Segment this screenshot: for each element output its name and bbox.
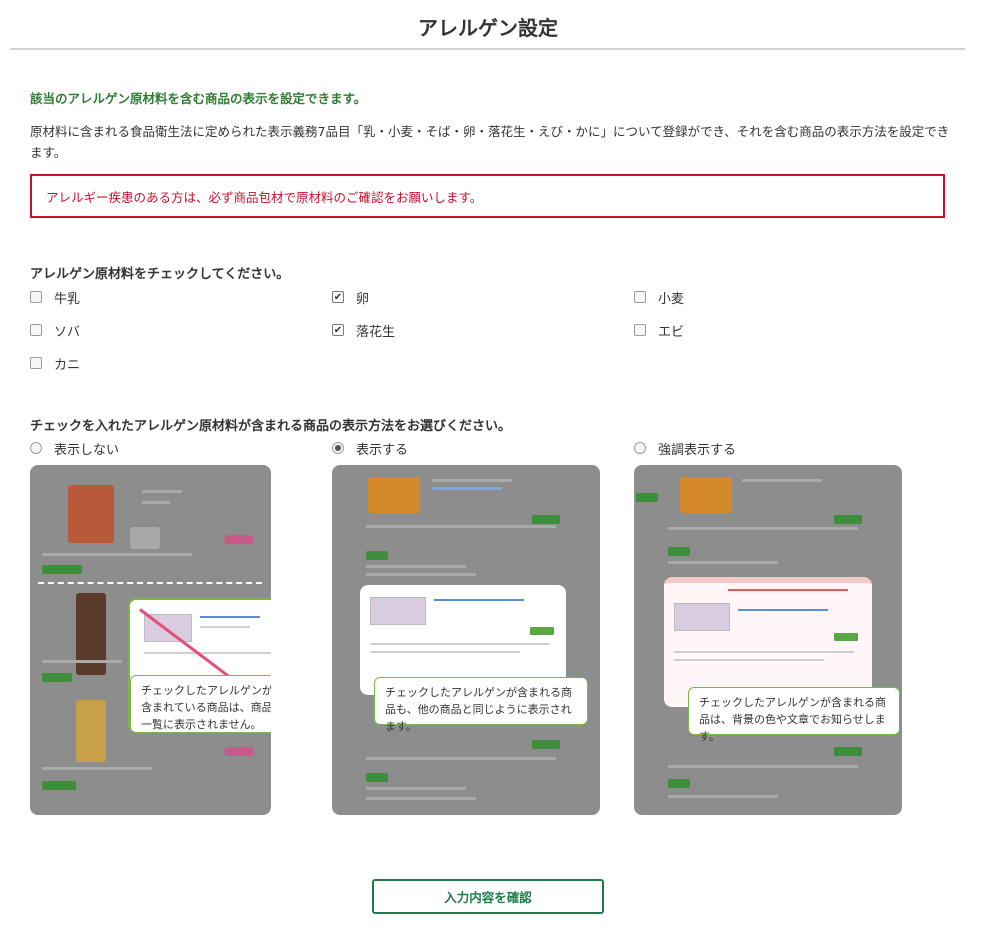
preview-text-line [366,565,466,568]
preview-add-button [532,740,560,749]
preview-icon-row [366,551,388,560]
preview-dashed-separator [38,582,262,584]
display-radio-hide[interactable]: 表示しない [30,438,119,458]
mini-link [738,609,828,611]
preview-icon-row [42,781,76,790]
preview-icon-row [668,547,690,556]
mini-line [370,651,520,653]
preview-icon-row [668,779,690,788]
preview-text-line [366,797,476,800]
preview-text-line [142,501,170,504]
display-heading: チェックを入れたアレルゲン原材料が含まれる商品の表示方法をお選びください。 [30,419,512,434]
checkbox-buckwheat-box[interactable] [30,324,42,336]
mini-line [200,626,250,628]
allergen-checkbox-shrimp[interactable]: エビ [634,320,684,340]
caption-hide: チェックしたアレルゲンが含まれている商品は、商品一覧に表示されません。 [130,675,271,733]
checkbox-milk-box[interactable] [30,291,42,303]
allergen-checkbox-egg[interactable]: ✔ 卵 [332,287,369,307]
preview-add-button [532,515,560,524]
preview-text-line [668,795,778,798]
checkbox-crab-box[interactable] [30,357,42,369]
intro-lead: 該当のアレルゲン原材料を含む商品の表示を設定できます。 [30,91,367,106]
preview-show[interactable]: チェックしたアレルゲンが含まれる商品も、他の商品と同じように表示されます。 [332,465,600,815]
mini-link [200,616,260,618]
preview-text-line [42,553,192,556]
radio-label: 表示する [356,442,409,458]
preview-product-image [680,477,732,513]
allergen-checkbox-peanut[interactable]: ✔ 落花生 [332,320,395,340]
preview-text-line [432,479,512,482]
allergen-checkbox-wheat[interactable]: 小麦 [634,287,684,307]
radio-highlight-circle[interactable] [634,442,646,454]
allergen-label: ソバ [54,324,81,340]
preview-text-line [366,757,556,760]
preview-text-line [742,479,822,482]
allergen-checkbox-milk[interactable]: 牛乳 [30,287,80,307]
mini-line [144,652,271,654]
preview-text-line [366,525,556,528]
radio-show-circle[interactable] [332,442,344,454]
preview-tag-button [636,493,658,502]
preview-hide[interactable]: チェックしたアレルゲンが含まれている商品は、商品一覧に表示されません。 [30,465,271,815]
preview-product-image [76,700,106,762]
preview-text-line [668,561,778,564]
mini-add-button [530,627,554,635]
preview-text-line [366,787,466,790]
page-title: アレルゲン設定 [418,16,558,40]
preview-badge [130,527,160,549]
preview-icon-row [42,673,72,682]
mini-line [674,659,824,661]
preview-product-image [368,477,420,513]
mini-product-image [370,597,426,625]
preview-icon-row [42,565,82,574]
alert-line [728,589,848,591]
preview-icon-row [366,773,388,782]
preview-cart-button [224,747,254,756]
allergy-warning-box: アレルギー疾患のある方は、必ず商品包材で原材料のご確認をお願いします。 [30,174,945,218]
allergen-label: 小麦 [658,291,685,307]
preview-add-button [834,515,862,524]
intro-description: 原材料に含まれる食品衛生法に定められた表示義務7品目「乳・小麦・そば・卵・落花生… [30,124,950,160]
radio-label: 強調表示する [658,442,737,458]
allergen-label: 卵 [356,291,370,307]
preview-text-line [668,527,858,530]
preview-text-line [366,573,476,576]
display-radio-highlight[interactable]: 強調表示する [634,438,736,458]
mini-link [434,599,524,601]
allergen-label: カニ [54,357,81,373]
preview-highlight[interactable]: チェックしたアレルゲンが含まれる商品は、背景の色や文章でお知らせします。 [634,465,902,815]
allergen-label: 牛乳 [54,291,81,307]
checkbox-egg-box[interactable]: ✔ [332,291,344,303]
preview-text-line [668,765,858,768]
allergen-heading: アレルゲン原材料をチェックしてください。 [30,267,290,282]
allergen-checkbox-crab[interactable]: カニ [30,353,80,373]
preview-text-line [42,660,122,663]
preview-cart-button [224,535,254,544]
radio-hide-circle[interactable] [30,442,42,454]
checkbox-shrimp-box[interactable] [634,324,646,336]
preview-add-button [834,747,862,756]
allergen-label: 落花生 [356,324,396,340]
allergen-label: エビ [658,324,685,340]
radio-label: 表示しない [54,442,120,458]
mini-add-button [834,633,858,641]
allergen-checkbox-buckwheat[interactable]: ソバ [30,320,80,340]
preview-text-line [432,487,502,490]
checkbox-peanut-box[interactable]: ✔ [332,324,344,336]
mini-product-image [674,603,730,631]
mini-line [370,643,550,645]
preview-text-line [142,490,182,493]
display-radio-show[interactable]: 表示する [332,438,408,458]
confirm-input-button[interactable]: 入力内容を確認 [372,879,604,914]
preview-product-image [68,485,114,543]
title-divider [10,48,965,50]
caption-show: チェックしたアレルゲンが含まれる商品も、他の商品と同じように表示されます。 [374,677,588,733]
caption-highlight: チェックしたアレルゲンが含まれる商品は、背景の色や文章でお知らせします。 [688,687,900,743]
preview-text-line [42,767,152,770]
checkbox-wheat-box[interactable] [634,291,646,303]
mini-line [674,651,854,653]
